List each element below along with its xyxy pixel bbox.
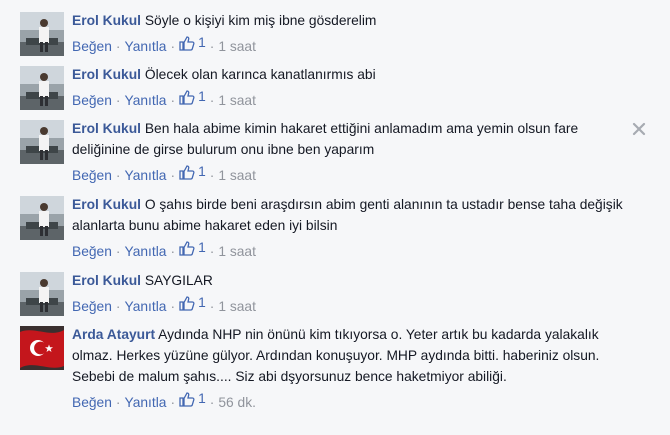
like-count[interactable]: 1 xyxy=(179,161,206,183)
comment-time[interactable]: 1 saat xyxy=(218,299,256,314)
comment-time[interactable]: 1 saat xyxy=(218,39,256,54)
avatar[interactable] xyxy=(20,12,64,56)
comment-text: Arda Atayurt Aydında NHP nin önünü kim t… xyxy=(72,324,630,387)
comment-text: Erol Kukul Ben hala abime kimin hakaret … xyxy=(72,118,630,160)
profile-photo-man-icon xyxy=(20,12,64,56)
close-icon[interactable] xyxy=(632,122,646,136)
comment-author[interactable]: Erol Kukul xyxy=(72,197,141,212)
comment-message: Söyle o kişiyi kim miş ibne gösderelim xyxy=(144,13,377,28)
reply-button[interactable]: Yanıtla xyxy=(125,93,167,108)
comment-actions: Beğen · Yanıtla · 1 · 56 dk. xyxy=(72,388,630,414)
comment-text: Erol Kukul Söyle o kişiyi kim miş ibne g… xyxy=(72,10,630,31)
comment-actions: Beğen · Yanıtla · 1 · 1 saat xyxy=(72,237,630,263)
comment-author[interactable]: Arda Atayurt xyxy=(72,327,155,342)
comment-text: Erol Kukul SAYGILAR xyxy=(72,270,630,291)
profile-photo-man-icon xyxy=(20,196,64,240)
comment-author[interactable]: Erol Kukul xyxy=(72,13,141,28)
reply-button[interactable]: Yanıtla xyxy=(125,299,167,314)
comment-actions: Beğen · Yanıtla · 1 · 1 saat xyxy=(72,32,630,58)
like-button[interactable]: Beğen xyxy=(72,39,112,54)
profile-photo-flag-icon xyxy=(20,326,64,370)
avatar[interactable] xyxy=(20,66,64,110)
avatar[interactable] xyxy=(20,326,64,370)
comment-time[interactable]: 1 saat xyxy=(218,93,256,108)
comment-time[interactable]: 1 saat xyxy=(218,168,256,183)
reply-button[interactable]: Yanıtla xyxy=(125,39,167,54)
comment-text: Erol Kukul Ölecek olan karınca kanatlanı… xyxy=(72,64,630,85)
like-count[interactable]: 1 xyxy=(179,388,206,410)
comment-actions: Beğen · Yanıtla · 1 · 1 saat xyxy=(72,292,630,318)
avatar[interactable] xyxy=(20,120,64,164)
comment-message: SAYGILAR xyxy=(144,273,213,288)
reply-button[interactable]: Yanıtla xyxy=(125,244,167,259)
like-button[interactable]: Beğen xyxy=(72,395,112,410)
avatar[interactable] xyxy=(20,272,64,316)
comment-time[interactable]: 1 saat xyxy=(218,244,256,259)
like-button[interactable]: Beğen xyxy=(72,93,112,108)
thumbs-up-icon xyxy=(179,36,195,51)
avatar[interactable] xyxy=(20,196,64,240)
comment-time[interactable]: 56 dk. xyxy=(218,395,256,410)
comment-message: Ben hala abime kimin hakaret ettiğini an… xyxy=(72,121,579,157)
comment-list: Erol Kukul Söyle o kişiyi kim miş ibne g… xyxy=(0,0,670,435)
like-count[interactable]: 1 xyxy=(179,32,206,54)
thumbs-up-icon xyxy=(179,165,195,180)
comment-message: Ölecek olan karınca kanatlanırmıs abi xyxy=(144,67,376,82)
comment-text: Erol Kukul O şahıs birde beni araşdırsın… xyxy=(72,194,630,236)
thumbs-up-icon xyxy=(179,392,195,407)
reply-button[interactable]: Yanıtla xyxy=(125,168,167,183)
like-button[interactable]: Beğen xyxy=(72,168,112,183)
comment-message: O şahıs birde beni araşdırsın abim genti… xyxy=(72,197,623,233)
like-count[interactable]: 1 xyxy=(179,237,206,259)
comment-actions: Beğen · Yanıtla · 1 · 1 saat xyxy=(72,86,630,112)
thumbs-up-icon xyxy=(179,241,195,256)
like-button[interactable]: Beğen xyxy=(72,299,112,314)
thumbs-up-icon xyxy=(179,90,195,105)
comment-author[interactable]: Erol Kukul xyxy=(72,121,141,136)
profile-photo-man-icon xyxy=(20,120,64,164)
reply-button[interactable]: Yanıtla xyxy=(125,395,167,410)
thumbs-up-icon xyxy=(179,296,195,311)
like-count[interactable]: 1 xyxy=(179,86,206,108)
comment-actions: Beğen · Yanıtla · 1 · 1 saat xyxy=(72,161,630,187)
like-button[interactable]: Beğen xyxy=(72,244,112,259)
comment-author[interactable]: Erol Kukul xyxy=(72,273,141,288)
comment-author[interactable]: Erol Kukul xyxy=(72,67,141,82)
profile-photo-man-icon xyxy=(20,66,64,110)
like-count[interactable]: 1 xyxy=(179,292,206,314)
profile-photo-man-icon xyxy=(20,272,64,316)
